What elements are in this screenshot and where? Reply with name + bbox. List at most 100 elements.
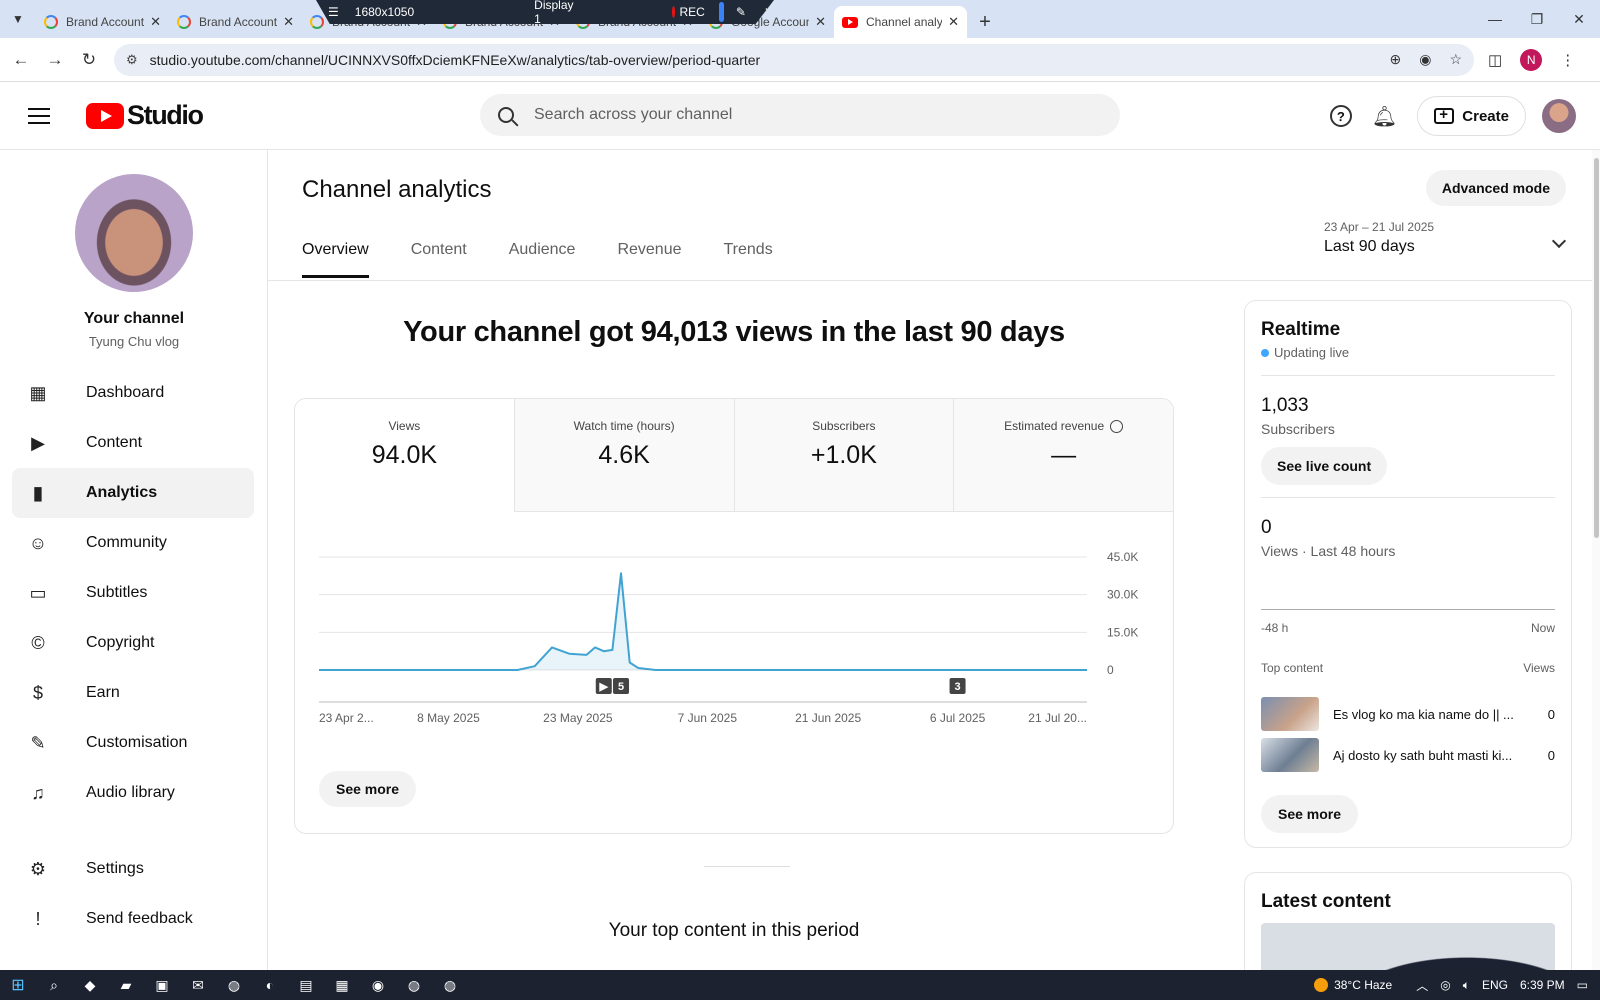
sidebar-item-send-feedback[interactable]: ! Send feedback: [12, 894, 254, 944]
realtime-see-more-button[interactable]: See more: [1261, 795, 1359, 833]
search-input[interactable]: [534, 106, 1054, 124]
recorder-menu-icon[interactable]: ☰: [328, 5, 339, 19]
weather-widget[interactable]: 38°C Haze: [1314, 978, 1404, 992]
back-arrow-icon[interactable]: ←: [4, 50, 38, 70]
notepad-icon[interactable]: ▤: [288, 977, 324, 994]
tab-audience[interactable]: Audience: [509, 236, 576, 278]
tab-trends[interactable]: Trends: [724, 236, 773, 278]
tab-close-icon[interactable]: ✕: [815, 14, 826, 30]
edge-icon[interactable]: ◐: [252, 977, 288, 993]
bookmark-star-icon[interactable]: ☆: [1449, 51, 1462, 68]
tracking-eye-icon[interactable]: ◉: [1419, 51, 1431, 68]
new-tab-button[interactable]: +: [967, 6, 1003, 38]
studio-logo[interactable]: Studio: [86, 100, 204, 131]
recorder-app-icon[interactable]: ◉: [360, 977, 396, 994]
network-icon[interactable]: ◎: [1440, 978, 1450, 992]
minimize-icon[interactable]: —: [1474, 0, 1516, 38]
sidebar-item-audio-library[interactable]: ♫ Audio library: [12, 768, 254, 818]
tab-close-icon[interactable]: ✕: [948, 14, 959, 30]
top-content-label: Top content: [1261, 661, 1324, 675]
help-icon[interactable]: ?: [1329, 105, 1352, 127]
video-thumbnail[interactable]: [1261, 697, 1319, 731]
notification-center-icon[interactable]: ▭: [1577, 978, 1588, 992]
zoom-icon[interactable]: ⊕: [1389, 51, 1401, 68]
chrome-icon-2[interactable]: ◍: [396, 977, 432, 994]
channel-avatar[interactable]: [75, 174, 193, 292]
store-icon[interactable]: ▣: [144, 977, 180, 994]
browser-menu-icon[interactable]: ⋮: [1560, 51, 1575, 69]
top-content-row[interactable]: Aj dosto ky sath buht masti ki... 0: [1261, 738, 1555, 772]
tab-search-chevron-icon[interactable]: ▼: [0, 0, 36, 38]
date-range-picker[interactable]: 23 Apr – 21 Jul 2025 Last 90 days: [1324, 220, 1567, 256]
site-settings-icon[interactable]: ⚙: [126, 52, 138, 68]
page-title: Channel analytics: [302, 176, 492, 203]
video-thumbnail[interactable]: [1261, 738, 1319, 772]
sidebar-item-subtitles[interactable]: ▭ Subtitles: [12, 568, 254, 618]
camera-icon[interactable]: [718, 2, 724, 22]
video-title[interactable]: Aj dosto ky sath buht masti ki...: [1333, 748, 1532, 763]
tray-chevron-icon[interactable]: ︿: [1416, 977, 1428, 994]
metric-tab[interactable]: Watch time (hours) 4.6K: [513, 399, 734, 512]
taskbar-app-icon[interactable]: ◆: [72, 977, 108, 994]
pen-icon[interactable]: ✎: [736, 5, 746, 19]
recorder-display[interactable]: Display 1: [534, 0, 573, 24]
url-field[interactable]: ⚙ studio.youtube.com/channel/UCINNXVS0ff…: [114, 43, 1474, 76]
browser-profile-avatar[interactable]: N: [1520, 48, 1543, 71]
scrollbar-thumb[interactable]: [1593, 158, 1599, 538]
browser-tab[interactable]: Channel analytics ✕: [834, 6, 967, 38]
tab-close-icon[interactable]: ✕: [283, 14, 294, 30]
outlook-icon[interactable]: ✉: [180, 977, 216, 994]
tab-close-icon[interactable]: ✕: [150, 14, 161, 30]
x-tick-label: 6 Jul 2025: [930, 711, 986, 725]
volume-icon[interactable]: 🔈︎: [1463, 978, 1470, 993]
sidebar-item-customisation[interactable]: ✎ Customisation: [12, 718, 254, 768]
views-line: [319, 572, 1087, 671]
extensions-icon[interactable]: ◫: [1488, 51, 1502, 69]
recorder-resolution[interactable]: 1680x1050: [355, 5, 414, 19]
account-avatar[interactable]: [1542, 99, 1576, 133]
metric-tab[interactable]: Views 94.0K: [295, 399, 514, 512]
file-explorer-icon[interactable]: ▰: [108, 977, 144, 994]
windows-start-icon[interactable]: ⊞: [0, 975, 36, 995]
latest-content-thumbnail[interactable]: [1261, 923, 1555, 970]
page-scrollbar[interactable]: [1592, 150, 1600, 970]
clock-time[interactable]: 6:39 PM: [1520, 978, 1565, 992]
realtime-divider: [1261, 375, 1555, 376]
sidebar-item-copyright[interactable]: © Copyright: [12, 618, 254, 668]
url-text[interactable]: studio.youtube.com/channel/UCINNXVS0ffxD…: [150, 52, 1372, 68]
advanced-mode-button[interactable]: Advanced mode: [1425, 170, 1566, 206]
search-icon[interactable]: [498, 107, 514, 123]
tab-content[interactable]: Content: [411, 236, 467, 278]
chrome-icon-3[interactable]: ◍: [432, 977, 468, 994]
language-indicator[interactable]: ENG: [1482, 978, 1508, 992]
taskbar-search-icon[interactable]: ⌕: [36, 977, 72, 994]
calculator-icon[interactable]: ▦: [324, 977, 360, 994]
forward-arrow-icon[interactable]: →: [38, 50, 72, 70]
sidebar-item-content[interactable]: ▶ Content: [12, 418, 254, 468]
recorder-rec-label[interactable]: REC: [680, 5, 705, 19]
sidebar-item-settings[interactable]: ⚙ Settings: [12, 844, 254, 894]
close-window-icon[interactable]: ✕: [1558, 0, 1600, 38]
create-button[interactable]: Create: [1417, 96, 1526, 136]
tab-revenue[interactable]: Revenue: [617, 236, 681, 278]
browser-tab[interactable]: Brand Account ✕: [169, 6, 302, 38]
see-live-count-button[interactable]: See live count: [1261, 447, 1388, 485]
metric-tab[interactable]: Estimated revenue —: [953, 399, 1173, 512]
sidebar-item-earn[interactable]: $ Earn: [12, 668, 254, 718]
notifications-bell-icon[interactable]: 🔔︎: [1372, 104, 1397, 129]
metric-tab[interactable]: Subscribers +1.0K: [733, 399, 954, 512]
restore-icon[interactable]: ❐: [1516, 0, 1558, 38]
video-title[interactable]: Es vlog ko ma kia name do || ...: [1333, 707, 1532, 722]
sidebar-item-dashboard[interactable]: ▦ Dashboard: [12, 368, 254, 418]
hamburger-menu-icon[interactable]: [28, 107, 50, 124]
channel-search-box[interactable]: [480, 94, 1120, 136]
reload-icon[interactable]: ↻: [72, 50, 106, 70]
chrome-icon[interactable]: ◍: [216, 977, 252, 994]
see-more-button[interactable]: See more: [319, 771, 417, 807]
tab-overview[interactable]: Overview: [302, 236, 369, 278]
browser-tab[interactable]: Brand Account ✕: [36, 6, 169, 38]
top-content-row[interactable]: Es vlog ko ma kia name do || ... 0: [1261, 697, 1555, 731]
sidebar-item-community[interactable]: ☺ Community: [12, 518, 254, 568]
sidebar-item-label: Content: [86, 434, 143, 451]
sidebar-item-analytics[interactable]: ▮ Analytics: [12, 468, 254, 518]
